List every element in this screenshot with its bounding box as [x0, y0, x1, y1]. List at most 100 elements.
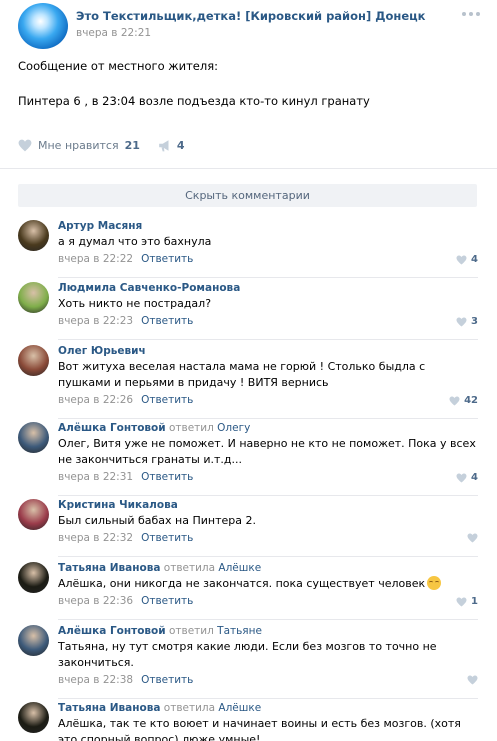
comment-author[interactable]: Алёшка Гонтовой ответил Олегу: [58, 422, 250, 434]
heart-icon: [467, 675, 478, 685]
comment-author[interactable]: Татьяна Иванова ответила Алёшке: [58, 562, 261, 574]
reply-button[interactable]: Ответить: [141, 394, 193, 406]
comment-item: Алёшка Гонтовой ответил Татьяне Татьяна, …: [18, 625, 480, 699]
comment-text-content: а я думал что это бахнула: [58, 235, 212, 248]
heart-icon: [467, 533, 478, 543]
group-avatar[interactable]: [18, 3, 68, 49]
comment-meta: вчера в 22:26 Ответить: [58, 394, 193, 406]
comment-avatar[interactable]: [18, 562, 49, 593]
like-heart-icon[interactable]: [18, 139, 32, 152]
reply-to-link[interactable]: Алёшке: [218, 702, 261, 714]
post-text-line-1: Сообщение от местного жителя:: [18, 59, 219, 73]
comment-item: Кристина Чикалова Был сильный бабах на Пи…: [18, 499, 480, 557]
reply-to-link[interactable]: Татьяне: [217, 625, 262, 637]
reply-verb: ответил: [165, 625, 218, 637]
comment-author[interactable]: Алёшка Гонтовой ответил Татьяне: [58, 625, 262, 637]
reply-button[interactable]: Ответить: [141, 471, 193, 483]
comment-item: Алёшка Гонтовой ответил Олегу Олег, Витя …: [18, 422, 480, 496]
comment-author[interactable]: Татьяна Иванова ответила Алёшке: [58, 702, 261, 714]
comment-avatar[interactable]: [18, 499, 49, 530]
comment-separator: [58, 556, 478, 557]
like-count[interactable]: 21: [125, 139, 140, 152]
reply-to-link[interactable]: Алёшке: [218, 562, 261, 574]
share-count: 4: [176, 138, 185, 152]
comment-like-button[interactable]: 42: [449, 395, 478, 406]
comment-text-content: Был сильный бабах на Пинтера 2.: [58, 514, 256, 527]
author-name[interactable]: Алёшка Гонтовой: [58, 422, 166, 434]
more-options-icon[interactable]: [461, 9, 481, 19]
comment-like-button[interactable]: [467, 533, 478, 543]
comment-separator: [58, 495, 478, 496]
heart-icon: [449, 395, 460, 406]
comment-text: Был сильный бабах на Пинтера 2.: [58, 513, 478, 529]
reply-button[interactable]: Ответить: [141, 595, 193, 607]
comment-like-count: 4: [471, 254, 478, 265]
comment-time[interactable]: вчера в 22:31: [58, 471, 133, 483]
comment-time[interactable]: вчера в 22:23: [58, 315, 133, 327]
author-name[interactable]: Татьяна Иванова: [58, 702, 160, 714]
comment-text-content: Татьяна, ну тут смотря какие люди. Если …: [58, 640, 437, 669]
share-button[interactable]: 4: [158, 139, 185, 152]
comment-like-count: 3: [471, 316, 478, 327]
comment-like-button[interactable]: 3: [456, 316, 478, 327]
group-name-link[interactable]: Это Текстильщик,детка! [Кировский район]…: [76, 9, 425, 23]
comment-like-button[interactable]: 4: [456, 254, 478, 265]
comment-text: а я думал что это бахнула: [58, 234, 478, 250]
reply-button[interactable]: Ответить: [141, 315, 193, 327]
like-label[interactable]: Мне нравится: [38, 139, 119, 152]
comment-item: Олег Юрьевич Вот житуха веселая настала м…: [18, 345, 480, 419]
comment-time[interactable]: вчера в 22:26: [58, 394, 133, 406]
comment-text: Алёшка, они никогда не закончатся. пока …: [58, 576, 478, 592]
comment-item: Артур Масяня а я думал что это бахнула вче…: [18, 220, 480, 278]
comment-author[interactable]: Людмила Савченко-Романова: [58, 282, 240, 294]
comment-meta: вчера в 22:36 Ответить: [58, 595, 193, 607]
comment-separator: [58, 698, 478, 699]
comment-item: Татьяна Иванова ответила Алёшке Алёшка, о…: [18, 562, 480, 620]
divider: [0, 168, 497, 169]
comment-time[interactable]: вчера в 22:22: [58, 253, 133, 265]
author-name[interactable]: Артур Масяня: [58, 220, 142, 232]
comment-time[interactable]: вчера в 22:32: [58, 532, 133, 544]
comment-like-count: 1: [471, 596, 478, 607]
comment-avatar[interactable]: [18, 220, 49, 251]
comment-separator: [58, 418, 478, 419]
author-name[interactable]: Кристина Чикалова: [58, 499, 178, 511]
comment-separator: [58, 339, 478, 340]
author-name[interactable]: Людмила Савченко-Романова: [58, 282, 240, 294]
comment-time[interactable]: вчера в 22:38: [58, 674, 133, 686]
reply-verb: ответил: [165, 422, 218, 434]
heart-icon: [456, 596, 467, 607]
comment-item: Людмила Савченко-Романова Хоть никто не п…: [18, 282, 480, 340]
comment-avatar[interactable]: [18, 282, 49, 313]
comment-meta: вчера в 22:23 Ответить: [58, 315, 193, 327]
comment-meta: вчера в 22:31 Ответить: [58, 471, 193, 483]
comment-author[interactable]: Артур Масяня: [58, 220, 142, 232]
comment-like-button[interactable]: 4: [456, 472, 478, 483]
comment-text: Вот житуха веселая настала мама не горюй…: [58, 359, 478, 391]
comment-meta: вчера в 22:38 Ответить: [58, 674, 193, 686]
reply-to-link[interactable]: Олегу: [217, 422, 250, 434]
comment-author[interactable]: Кристина Чикалова: [58, 499, 178, 511]
comment-like-button[interactable]: [467, 675, 478, 685]
comment-like-button[interactable]: 1: [456, 596, 478, 607]
comment-avatar[interactable]: [18, 422, 49, 453]
comment-text-content: Олег, Витя уже не поможет. И наверно не …: [58, 437, 476, 466]
heart-icon: [456, 472, 467, 483]
heart-icon: [456, 254, 467, 265]
author-name[interactable]: Алёшка Гонтовой: [58, 625, 166, 637]
comment-like-count: 42: [464, 395, 478, 406]
comment-meta: вчера в 22:22 Ответить: [58, 253, 193, 265]
comment-avatar[interactable]: [18, 702, 49, 733]
post-time[interactable]: вчера в 22:21: [76, 27, 151, 39]
reply-button[interactable]: Ответить: [141, 674, 193, 686]
hide-comments-button[interactable]: Скрыть комментарии: [18, 184, 477, 207]
comment-avatar[interactable]: [18, 345, 49, 376]
author-name[interactable]: Татьяна Иванова: [58, 562, 160, 574]
comment-time[interactable]: вчера в 22:36: [58, 595, 133, 607]
comment-author[interactable]: Олег Юрьевич: [58, 345, 146, 357]
reply-button[interactable]: Ответить: [141, 253, 193, 265]
reply-button[interactable]: Ответить: [141, 532, 193, 544]
comment-avatar[interactable]: [18, 625, 49, 656]
comment-text: Хоть никто не пострадал?: [58, 296, 478, 312]
author-name[interactable]: Олег Юрьевич: [58, 345, 146, 357]
